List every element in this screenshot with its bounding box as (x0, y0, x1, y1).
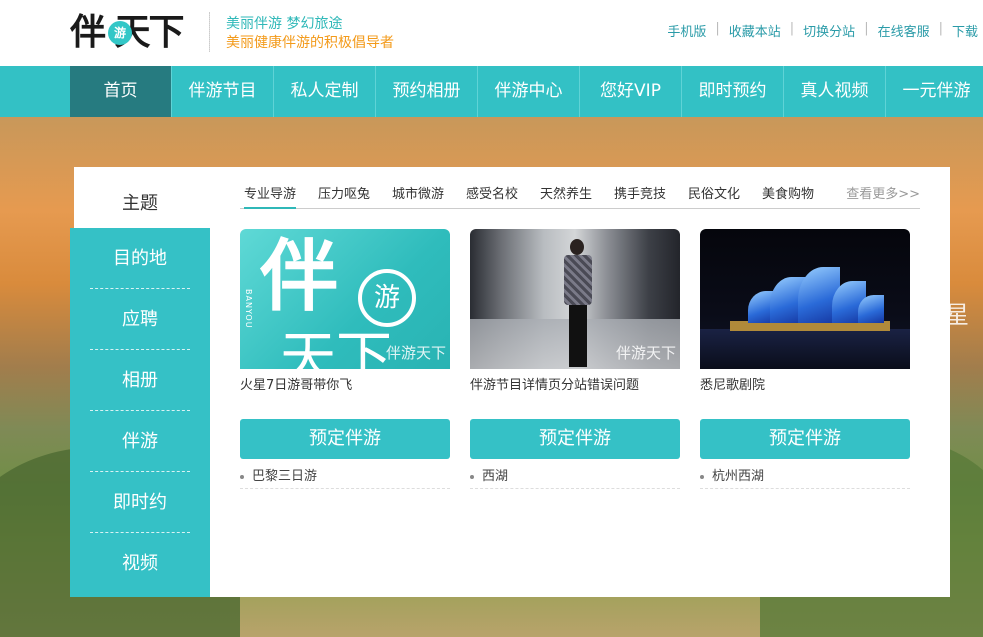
nav-vip[interactable]: 您好VIP (580, 66, 682, 117)
theme-tabs: 专业导游 压力呕兔 城市微游 感受名校 天然养生 携手竞技 民俗文化 美食购物 … (240, 181, 920, 209)
sidebar-item-companion[interactable]: 伴游 (90, 411, 190, 472)
category-sidebar: 目的地 应聘 相册 伴游 即时约 视频 (70, 228, 210, 597)
destination-label: 杭州西湖 (712, 469, 765, 484)
destination-label: 巴黎三日游 (252, 469, 318, 484)
nav-custom[interactable]: 私人定制 (274, 66, 376, 117)
site-header: 伴 天下 游 美丽伴游 梦幻旅途 美丽健康伴游的积极倡导者 手机版 | 收藏本站… (0, 0, 983, 66)
site-logo[interactable]: 伴 天下 游 (70, 10, 192, 54)
card-title[interactable]: 伴游节目详情页分站错误问题 (470, 374, 639, 393)
bookmark-link[interactable]: 收藏本站 (720, 21, 790, 40)
card-image[interactable]: 伴 游 天下 BANYOU 伴游天下 (240, 229, 450, 369)
card-title[interactable]: 火星7日游哥带你飞 (240, 374, 352, 393)
destination-item[interactable]: 杭州西湖 (700, 465, 910, 489)
tab-folk-culture[interactable]: 民俗文化 (688, 181, 740, 209)
card-title[interactable]: 悉尼歌剧院 (700, 374, 765, 393)
tab-stress-relief[interactable]: 压力呕兔 (318, 181, 370, 209)
nav-home[interactable]: 首页 (70, 66, 172, 117)
image-watermark: 伴游天下 (615, 344, 676, 362)
sidebar-item-video[interactable]: 视频 (90, 533, 190, 594)
nav-album[interactable]: 预约相册 (376, 66, 478, 117)
nav-one-yuan[interactable]: 一元伴游 (886, 66, 983, 117)
person-figure (569, 305, 587, 367)
image-circle-text: 游 (358, 269, 416, 327)
destination-item[interactable]: 西湖 (470, 465, 680, 489)
sidebar-item-destination[interactable]: 目的地 (90, 228, 190, 289)
card-image[interactable] (700, 229, 910, 369)
person-figure (564, 255, 592, 305)
bullet-icon (240, 475, 244, 479)
tab-food-shopping[interactable]: 美食购物 (762, 181, 814, 209)
logo-badge: 游 (108, 21, 132, 45)
card-image[interactable]: 伴游天下 (470, 229, 680, 369)
top-links: 手机版 | 收藏本站 | 切换分站 | 在线客服 | 下载 (658, 21, 983, 40)
book-button[interactable]: 预定伴游 (470, 419, 680, 459)
download-link[interactable]: 下载 (943, 21, 983, 40)
slogan-secondary: 美丽健康伴游的积极倡导者 (226, 35, 394, 51)
book-button[interactable]: 预定伴游 (700, 419, 910, 459)
nav-center[interactable]: 伴游中心 (478, 66, 580, 117)
bullet-icon (470, 475, 474, 479)
sidebar-item-instant[interactable]: 即时约 (90, 472, 190, 533)
image-text: 伴 (260, 231, 339, 322)
image-watermark: 伴游天下 (385, 344, 446, 362)
image-water (700, 329, 910, 369)
mobile-link[interactable]: 手机版 (658, 21, 715, 40)
switch-site-link[interactable]: 切换分站 (794, 21, 864, 40)
person-figure (570, 239, 584, 255)
online-service-link[interactable]: 在线客服 (869, 21, 939, 40)
opera-sail (858, 295, 884, 323)
sidebar-item-apply[interactable]: 应聘 (90, 289, 190, 350)
book-button[interactable]: 预定伴游 (240, 419, 450, 459)
image-text-bottom: 天下 (280, 326, 392, 370)
tab-city-tour[interactable]: 城市微游 (392, 181, 444, 209)
theme-label: 主题 (122, 193, 158, 214)
more-link[interactable]: 查看更多>> (846, 181, 920, 209)
tab-sports[interactable]: 携手竞技 (614, 181, 666, 209)
image-side-text: BANYOU (244, 289, 253, 329)
bullet-icon (700, 475, 704, 479)
tab-pro-guide[interactable]: 专业导游 (244, 181, 297, 209)
main-nav: 首页 伴游节目 私人定制 预约相册 伴游中心 您好VIP 即时预约 真人视频 一… (0, 66, 983, 117)
destination-item[interactable]: 巴黎三日游 (240, 465, 450, 489)
tab-health[interactable]: 天然养生 (540, 181, 592, 209)
destination-label: 西湖 (482, 469, 509, 484)
sidebar-item-album[interactable]: 相册 (90, 350, 190, 411)
nav-instant[interactable]: 即时预约 (682, 66, 784, 117)
tab-famous-schools[interactable]: 感受名校 (466, 181, 518, 209)
nav-programs[interactable]: 伴游节目 (172, 66, 274, 117)
nav-video[interactable]: 真人视频 (784, 66, 886, 117)
header-divider (209, 12, 210, 52)
content-panel: 主题 目的地 应聘 相册 伴游 即时约 视频 专业导游 压力呕兔 城市微游 感受… (70, 167, 950, 597)
slogan-primary: 美丽伴游 梦幻旅途 (226, 16, 343, 32)
